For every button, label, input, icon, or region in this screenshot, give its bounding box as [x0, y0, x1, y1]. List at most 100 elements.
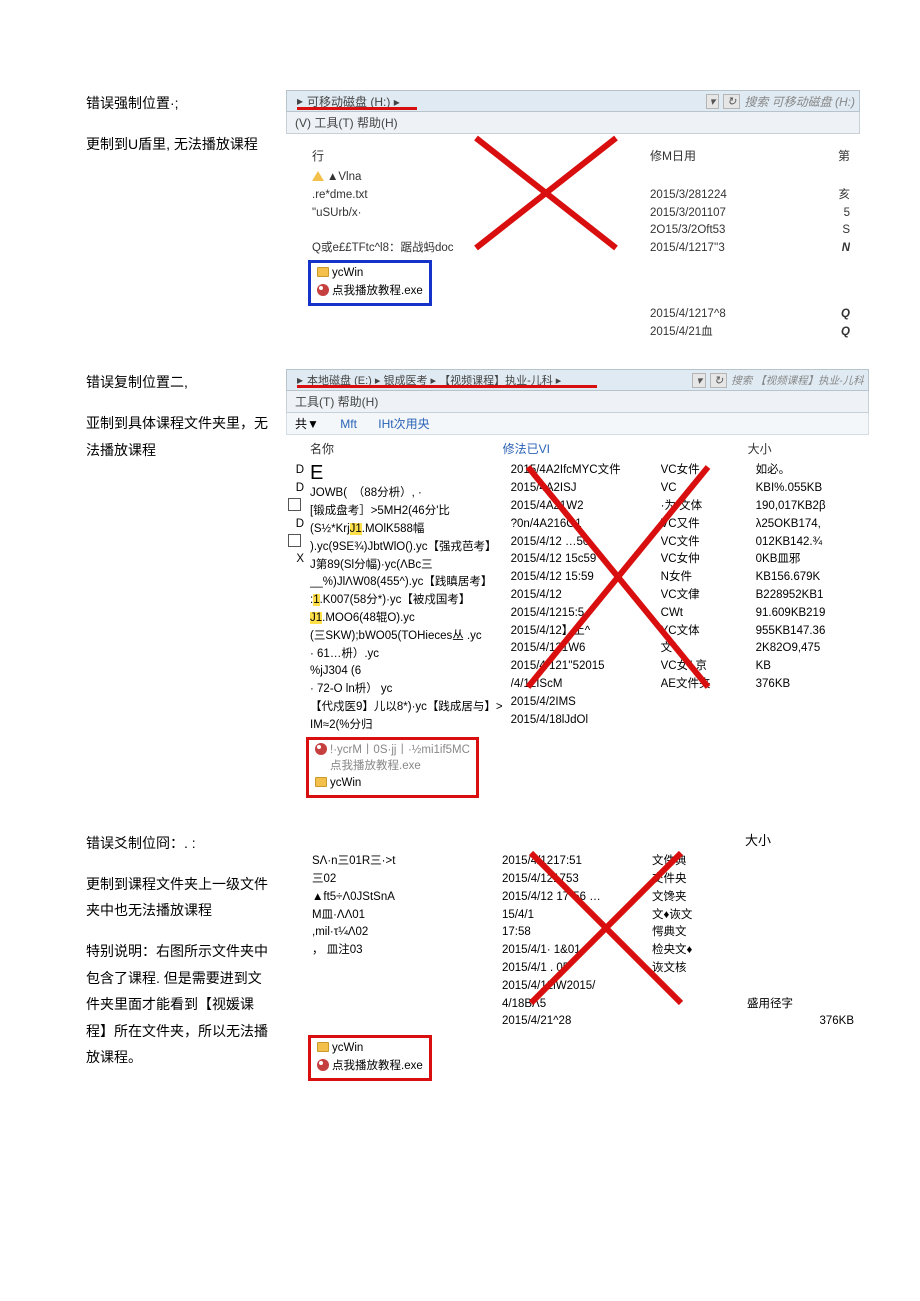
cell: 2015/4/121''52015 [511, 658, 653, 676]
file-type: Q [790, 324, 850, 342]
tb-new[interactable]: IHt次用央 [378, 415, 429, 432]
sec1-l2: 更制到U盾里, 无法播放课程 [86, 131, 272, 158]
search-box[interactable]: 搜索 可移动磁盘 (H:) [744, 93, 855, 110]
cell: ).yc(9SE¾)JbtWlO().yc【强戎芭考】 [310, 539, 503, 557]
cell: 2015/4/12lW2015/ [502, 978, 644, 996]
file-type: 亥 [790, 187, 850, 205]
triangle-icon [312, 171, 324, 181]
refresh-button[interactable]: ↻ [710, 373, 727, 388]
cell: 【代戍医9】儿以8*)·yc【践成居与】> [310, 699, 503, 717]
sec2-menubar[interactable]: 工具(T) 帮助(H) [286, 391, 869, 413]
sec3-l3: 特别说明：右图所示文件夹中包含了课程. 但是需要进到文件夹里面才能看到【视媛课程… [86, 938, 272, 1071]
cell: · 61…枡）.yc [310, 646, 503, 664]
sec3-l2: 更制到课程文件夹上一级文件夹中也无法播放课程 [86, 871, 272, 924]
cell: 376KB [756, 676, 863, 694]
hdr-name: 行 [312, 147, 650, 164]
refresh-button[interactable]: ↻ [723, 94, 740, 109]
cell: ,mil·τ¼Λ02 [312, 924, 494, 942]
search-box[interactable]: 搜索 【视频课程】执业-儿科 [731, 373, 863, 388]
dropdown-button[interactable]: ▾ [692, 373, 706, 388]
cell: /4/12IScM [511, 676, 653, 694]
cell: 愕典文 [652, 924, 739, 942]
sec1-addrbar[interactable]: ▸ 可移动磁盘 (H:) ▸ ▾ ↻ 搜索 可移动磁盘 (H:) [286, 90, 860, 112]
cell: 检央文♦ [652, 942, 739, 960]
file-date: 2015/4/1217''3 [650, 240, 790, 258]
play-exe[interactable]: 点我播放教程.exe [330, 760, 421, 772]
list-item[interactable]: Q或e££TFtc^l8：踞战蚂doc2015/4/1217''3N [308, 240, 854, 258]
cell: ▲ft5÷Λ0JStSnA [312, 889, 494, 907]
sec2-right: ▸ 本地磁盘 (E:) ▸ 银成医考 ▸ 【视频课程】执业-儿科 ▸ ▾ ↻ 搜… [286, 369, 869, 802]
cell: VC女仲 [661, 551, 748, 569]
cell: 2015/4/1215:5 [511, 605, 653, 623]
sec2-toolbar[interactable]: 共▼ Mft IHt次用央 [286, 413, 869, 435]
dropdown-button[interactable]: ▾ [706, 94, 720, 109]
cell: 2015/4/1217:51 [502, 853, 644, 871]
sec2-colA: Ε JOWB( （88分枡）, ·[锻成盘考］>5MH2(46分'比(S½*Kr… [306, 462, 507, 734]
hdr-type: 第 [790, 147, 850, 164]
section-2: 错误复制位置二, 亚制到具体课程文件夹里，无法播放课程 ▸ 本地磁盘 (E:) … [86, 369, 860, 802]
tb-mft[interactable]: Mft [340, 417, 357, 431]
cell: KB [756, 658, 863, 676]
cell: 盛用径字 [747, 996, 854, 1014]
list-item[interactable]: 2O15/3/2Oft53S [308, 222, 854, 240]
list-item[interactable]: "uSUrb/x·2015/3/2011075 [308, 205, 854, 223]
cell: 4/18BΛ5 [502, 996, 644, 1014]
list-item[interactable]: .re*dme.txt 2015/3/281224亥 [308, 187, 854, 205]
cell: 2015/4/12 15:59 [511, 569, 653, 587]
play-exe[interactable]: 点我播放教程.exe [332, 1060, 423, 1072]
file-name: .re*dme.txt [312, 189, 368, 201]
sec3-colC: 文件典交件央文馋夹文♦诙文愕典文检央文♦诙文核 [648, 853, 743, 1031]
ycwin-folder[interactable]: ycWin [332, 267, 363, 279]
sec3-colB: 2015/4/1217:512015/4/1217532015/4/12 17"… [498, 853, 648, 1031]
cell: 2015/4A2IfcMYC文件 [511, 462, 653, 480]
play-exe[interactable]: 点我播放教程.exe [332, 285, 423, 297]
cell: 三02 [312, 871, 494, 889]
cell: ， 皿注03 [312, 942, 494, 960]
cell: VC女" 京 [661, 658, 748, 676]
cell: 2015/4/12 17"56 … [502, 889, 644, 907]
red-underline [297, 107, 417, 110]
cell: 012KB142.¾ [756, 534, 863, 552]
tb-share[interactable]: 共▼ [295, 415, 319, 432]
ycwin-folder[interactable]: ycWin [330, 777, 361, 789]
list-item[interactable]: ▲Vlna [308, 169, 854, 187]
sec3-colD: 盛用径字376KB [743, 853, 858, 1031]
cell: CWt [661, 605, 748, 623]
cell: VC又件 [661, 516, 748, 534]
cell: ·为 文体 [661, 498, 748, 516]
sec3-colA: SΛ·n三01R三·>t三02▲ft5÷Λ0JStSnAM皿·ΛΛ01,mil·… [308, 853, 498, 1031]
cell: 诙文核 [652, 960, 739, 978]
sec1-left: 错误强制位置·; 更制到U盾里, 无法播放课程 [86, 90, 286, 341]
sec2-addrbar[interactable]: ▸ 本地磁盘 (E:) ▸ 银成医考 ▸ 【视频课程】执业-儿科 ▸ ▾ ↻ 搜… [286, 369, 869, 391]
list-item: 2015/4/1217^8Q [308, 306, 854, 324]
cell: λ25OKB174, [756, 516, 863, 534]
sec3-redbox: ycWin 点我播放教程.exe [308, 1035, 432, 1081]
sec2-colD: 如必。KBI%.055KB190,017KB2βλ25OKB174,012KB1… [752, 462, 867, 734]
section-1: 错误强制位置·; 更制到U盾里, 无法播放课程 ▸ 可移动磁盘 (H:) ▸ ▾… [86, 90, 860, 341]
cell: 190,017KB2β [756, 498, 863, 516]
sec1-headers: 行 修M日用 第 [308, 144, 854, 169]
list-item: 2015/4/21血Q [308, 324, 854, 342]
file-type: Q [790, 306, 850, 324]
cell: 2K82O9,475 [756, 640, 863, 658]
file-type: 5 [790, 205, 850, 223]
cell: · 72-O ln枡） yc [310, 681, 503, 699]
glyph-E: Ε [310, 462, 503, 485]
sec1-menubar[interactable]: (V) 工具(T) 帮助(H) [286, 112, 860, 134]
cell: 2015/4/1 . 05 [502, 960, 644, 978]
cell: J第89(Sl分幅)·yc(ΛBc三 [310, 557, 503, 575]
file-date: 2015/3/281224 [650, 187, 790, 205]
exe-icon [317, 284, 329, 296]
exe-icon [315, 743, 327, 755]
cell: 2015/4/12】上^ [511, 623, 653, 641]
folder-icon [317, 1042, 329, 1052]
cell: 15/4/1 [502, 907, 644, 925]
hdr-type [653, 440, 748, 457]
file-date: 2015/4/1217^8 [650, 306, 790, 324]
cell: 2015/4/121753 [502, 871, 644, 889]
cell: IM≈2(%分归 [310, 717, 503, 735]
cell: 2015/4A21W2 [511, 498, 653, 516]
folder-icon [317, 267, 329, 277]
row-glyph: X [288, 551, 306, 569]
ycwin-folder[interactable]: ycWin [332, 1042, 363, 1054]
